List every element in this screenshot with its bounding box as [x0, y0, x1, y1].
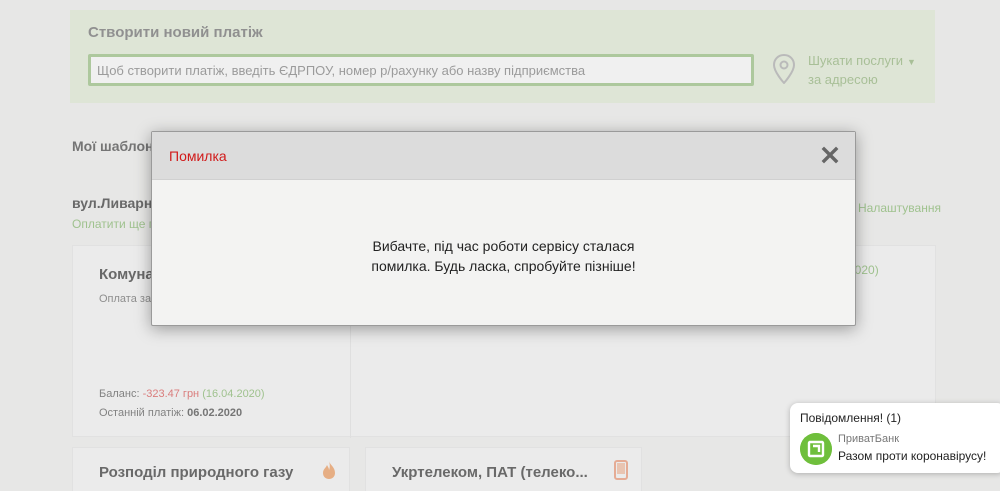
- dialog-message: Вибачте, під час роботи сервісу сталася …: [152, 236, 855, 276]
- notification-sender: ПриватБанк: [838, 433, 900, 445]
- notification-title: Повідомлення! (1): [800, 411, 902, 425]
- dialog-message-line2: помилка. Будь ласка, спробуйте пізніше!: [371, 258, 636, 274]
- dialog-title: Помилка: [169, 148, 227, 164]
- dialog-message-line1: Вибачте, під час роботи сервісу сталася: [372, 238, 635, 254]
- privatbank-logo-icon: [800, 433, 832, 465]
- error-dialog: Помилка Вибачте, під час роботи сервісу …: [151, 131, 856, 326]
- notification-text: Разом проти коронавірусу!: [838, 449, 987, 463]
- close-icon[interactable]: [821, 146, 839, 164]
- dialog-header: Помилка: [152, 132, 855, 180]
- notification-popup[interactable]: Повідомлення! (1) ПриватБанк Разом проти…: [790, 403, 1000, 473]
